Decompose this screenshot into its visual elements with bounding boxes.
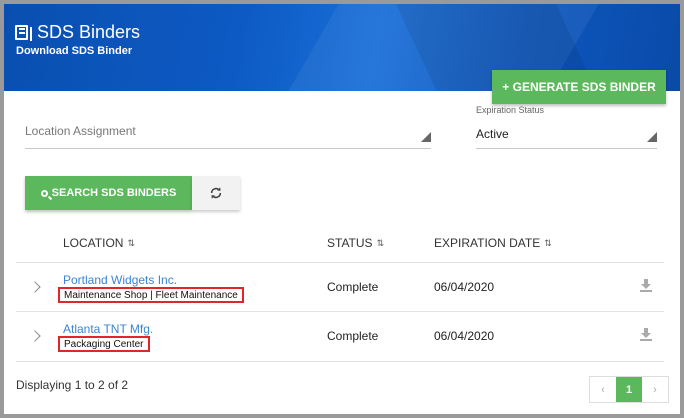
search-button-label: SEARCH SDS BINDERS — [51, 187, 177, 199]
pagination-next-button[interactable]: › — [642, 377, 668, 402]
table-divider — [16, 361, 664, 362]
column-header-status-label: STATUS — [327, 236, 373, 250]
chevron-right-icon[interactable] — [29, 281, 41, 293]
location-sub-assignment: Maintenance Shop | Fleet Maintenance — [58, 287, 244, 303]
sort-icon: ⇅ — [544, 237, 552, 248]
column-header-location-label: LOCATION — [63, 236, 124, 250]
download-icon[interactable] — [639, 278, 653, 292]
page-subtitle: Download SDS Binder — [16, 45, 133, 57]
dropdown-arrow-icon — [647, 132, 657, 142]
pagination-page-button[interactable]: 1 — [616, 377, 642, 402]
column-header-expiration-label: EXPIRATION DATE — [434, 236, 541, 250]
expiration-status-label: Expiration Status — [476, 105, 545, 115]
location-name-link[interactable]: Atlanta TNT Mfg. — [63, 322, 153, 336]
display-count: Displaying 1 to 2 of 2 — [16, 378, 129, 392]
pagination-prev-button[interactable]: ‹ — [590, 377, 616, 402]
app-frame: SDS Binders Download SDS Binder + GENERA… — [0, 0, 684, 418]
expiration-date-cell: 06/04/2020 — [434, 280, 495, 294]
table-divider — [16, 262, 664, 263]
title-row: SDS Binders — [15, 22, 140, 43]
table-divider — [16, 311, 664, 312]
generate-sds-binder-button[interactable]: + GENERATE SDS BINDER — [492, 70, 666, 104]
location-sub-assignment: Packaging Center — [58, 336, 150, 352]
status-cell: Complete — [327, 280, 379, 294]
dropdown-arrow-icon — [421, 132, 431, 142]
page-title: SDS Binders — [37, 22, 141, 42]
location-assignment-placeholder: Location Assignment — [25, 124, 136, 138]
refresh-button[interactable] — [192, 176, 240, 210]
search-icon — [40, 189, 48, 197]
sort-icon: ⇅ — [127, 237, 135, 248]
book-icon — [15, 24, 32, 41]
status-cell: Complete — [327, 329, 379, 343]
location-assignment-select[interactable]: Location Assignment — [25, 118, 431, 149]
expiration-status-select[interactable]: Active — [476, 120, 657, 149]
location-name-link[interactable]: Portland Widgets Inc. — [63, 273, 177, 287]
column-header-status[interactable]: STATUS ⇅ — [327, 236, 384, 250]
column-header-expiration-date[interactable]: EXPIRATION DATE ⇅ — [434, 236, 552, 250]
chevron-right-icon[interactable] — [29, 330, 41, 342]
expiration-status-value: Active — [476, 127, 509, 141]
pagination: ‹ 1 › — [589, 376, 669, 403]
download-icon[interactable] — [639, 327, 653, 341]
refresh-icon — [210, 187, 222, 199]
search-sds-binders-button[interactable]: SEARCH SDS BINDERS — [25, 176, 192, 210]
expiration-date-cell: 06/04/2020 — [434, 329, 495, 343]
column-header-location[interactable]: LOCATION ⇅ — [63, 236, 135, 250]
sort-icon: ⇅ — [376, 237, 385, 248]
